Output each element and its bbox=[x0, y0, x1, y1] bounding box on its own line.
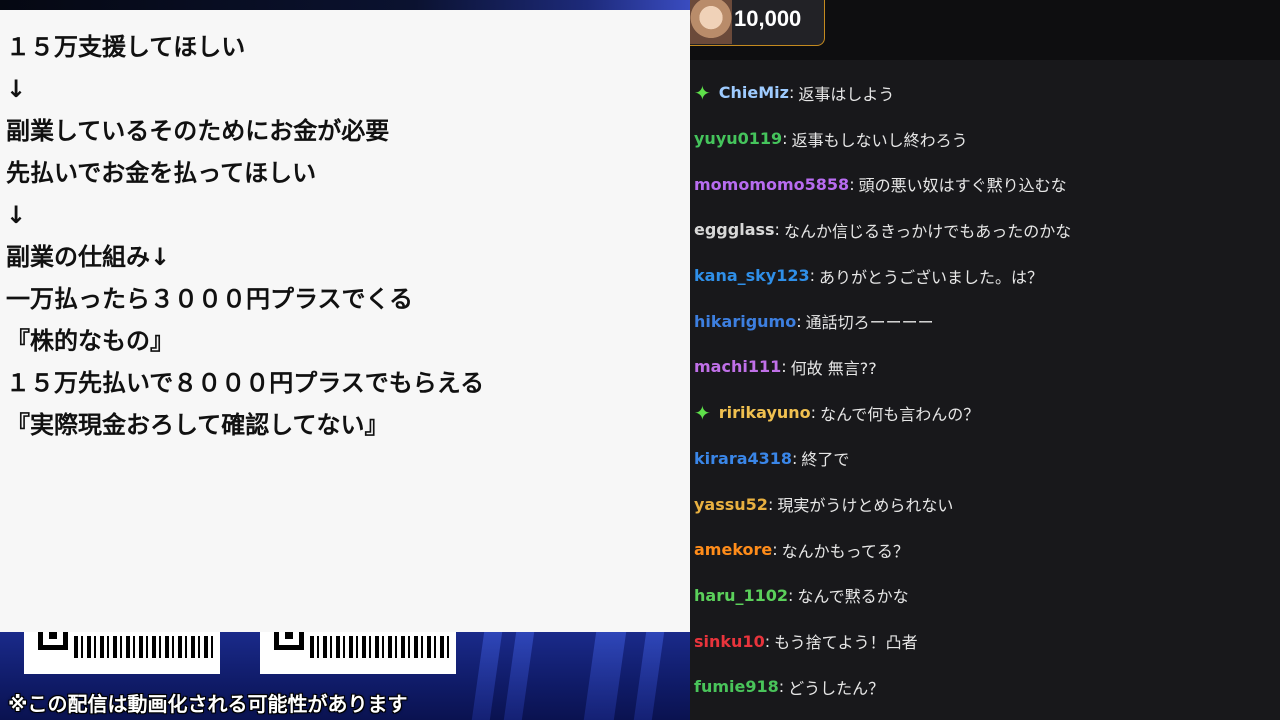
sparkle-badge-icon: ✦ bbox=[694, 400, 711, 425]
chat-separator: : bbox=[774, 220, 780, 240]
chat-text: 何故 無言?? bbox=[790, 358, 877, 378]
chat-username[interactable]: kana_sky123 bbox=[694, 266, 810, 285]
chat-text: なんで黙るかな bbox=[797, 587, 909, 607]
chat-separator: : bbox=[810, 403, 817, 423]
chat-message[interactable]: sinku10: もう捨てよう！凸者 bbox=[694, 618, 1276, 664]
memo-line: 副業しているそのためにお金が必要 bbox=[6, 117, 390, 145]
chat-username[interactable]: kirara4318 bbox=[694, 449, 792, 468]
memo-line: 『実際現金おろして確認してない』 bbox=[6, 411, 389, 439]
chat-message[interactable]: amekore: なんかもってる？ bbox=[694, 527, 1276, 573]
chat-text: 終了で bbox=[801, 450, 850, 470]
chat-text: どうしたん？ bbox=[788, 678, 885, 698]
chat-text: 返事もしないし終わろう bbox=[791, 130, 968, 150]
avatar bbox=[690, 0, 732, 44]
chat-separator: : bbox=[772, 540, 778, 560]
chat-message[interactable]: ✦ ChieMiz: 返事はしよう bbox=[694, 70, 1276, 116]
chat-separator: : bbox=[788, 585, 794, 605]
memo-line: ↓ bbox=[6, 201, 27, 229]
chat-message[interactable]: yuyu0119: 返事もしないし終わろう bbox=[694, 116, 1276, 162]
chat-separator: : bbox=[781, 357, 787, 377]
chat-message[interactable]: yassu52: 現実がうけとめられない bbox=[694, 481, 1276, 527]
chat-panel: 10,000 ✦ ChieMiz: 返事はしよう yuyu0119: 返事もしないし終わ… bbox=[690, 0, 1280, 720]
memo-panel: １５万支援してほしい ↓ 副業しているそのためにお金が必要 先払いでお金を払ってほしい… bbox=[0, 10, 690, 632]
chat-message[interactable]: ✦ ririkayuno: なんで何も言わんの？ bbox=[694, 390, 1276, 436]
stream-top-strip bbox=[0, 0, 690, 10]
chat-separator: : bbox=[809, 266, 816, 286]
chat-message[interactable]: haru_1102: なんで黙るかな bbox=[694, 573, 1276, 619]
memo-line: 先払いでお金を払ってほしい bbox=[6, 159, 317, 187]
chat-separator: : bbox=[782, 129, 788, 149]
chat-separator: : bbox=[778, 677, 785, 697]
chat-username[interactable]: eggglass bbox=[694, 220, 775, 239]
chat-message[interactable]: machi111: 何故 無言?? bbox=[694, 344, 1276, 390]
chat-message[interactable]: hikarigumo: 通話切ろーーーー bbox=[694, 298, 1276, 344]
chat-username[interactable]: sinku10 bbox=[694, 632, 765, 651]
memo-line: ↓ bbox=[6, 75, 27, 103]
chat-separator: : bbox=[788, 83, 795, 103]
chat-username[interactable]: haru_1102 bbox=[694, 586, 788, 605]
chat-username[interactable]: ririkayuno bbox=[719, 403, 811, 422]
chat-message[interactable]: fumie918: どうしたん？ bbox=[694, 664, 1276, 710]
chat-message[interactable]: kirara4318: 終了で bbox=[694, 436, 1276, 482]
chat-message-list: ✦ ChieMiz: 返事はしよう yuyu0119: 返事もしないし終わろう momom… bbox=[694, 70, 1276, 710]
qr-code-left bbox=[24, 632, 220, 674]
chat-separator: : bbox=[767, 494, 774, 514]
chat-username[interactable]: amekore bbox=[694, 540, 772, 559]
chat-username[interactable]: fumie918 bbox=[694, 677, 779, 696]
stream-disclaimer: ※この配信は動画化される可能性があります bbox=[8, 692, 408, 716]
chat-text: 頭の悪い奴はすぐ黙り込むな bbox=[858, 176, 1067, 196]
chat-text: 通話切ろーーーー bbox=[805, 313, 934, 333]
chat-message[interactable]: eggglass: なんか信じるきっかけでもあったのかな bbox=[694, 207, 1276, 253]
chat-text: なんか信じるきっかけでもあったのかな bbox=[783, 221, 1072, 241]
memo-line: 一万払ったら３０００円プラスでくる bbox=[6, 285, 414, 313]
cheer-amount: 10,000 bbox=[734, 6, 802, 31]
chat-text: なんかもってる？ bbox=[781, 541, 909, 561]
top-cheer-badge[interactable]: 10,000 bbox=[690, 0, 825, 46]
memo-line: 副業の仕組み↓ bbox=[6, 243, 171, 271]
chat-username[interactable]: momomomo5858 bbox=[694, 175, 849, 194]
chat-text: 現実がうけとめられない bbox=[777, 496, 954, 516]
chat-username[interactable]: yuyu0119 bbox=[694, 129, 782, 148]
chat-text: なんで何も言わんの？ bbox=[820, 404, 980, 424]
chat-separator: : bbox=[796, 311, 802, 331]
qr-code-right bbox=[260, 632, 456, 674]
memo-line: 『株的なもの』 bbox=[6, 327, 174, 355]
chat-separator: : bbox=[792, 448, 798, 468]
sparkle-badge-icon: ✦ bbox=[694, 80, 711, 105]
chat-text: もう捨てよう！凸者 bbox=[774, 633, 918, 653]
chat-text: 返事はしよう bbox=[798, 84, 895, 104]
memo-line: １５万支援してほしい bbox=[6, 33, 246, 61]
chat-message[interactable]: momomomo5858: 頭の悪い奴はすぐ黙り込むな bbox=[694, 161, 1276, 207]
chat-username[interactable]: ChieMiz bbox=[719, 83, 789, 102]
chat-username[interactable]: yassu52 bbox=[694, 495, 768, 514]
chat-username[interactable]: hikarigumo bbox=[694, 312, 796, 331]
chat-separator: : bbox=[764, 631, 771, 651]
chat-message[interactable]: kana_sky123: ありがとうございました。は？ bbox=[694, 253, 1276, 299]
memo-line: １５万先払いで８０００円プラスでもらえる bbox=[6, 369, 485, 397]
chat-header: 10,000 bbox=[690, 0, 1280, 60]
chat-username[interactable]: machi111 bbox=[694, 357, 781, 376]
chat-separator: : bbox=[849, 174, 855, 194]
chat-text: ありがとうございました。は？ bbox=[819, 267, 1044, 287]
